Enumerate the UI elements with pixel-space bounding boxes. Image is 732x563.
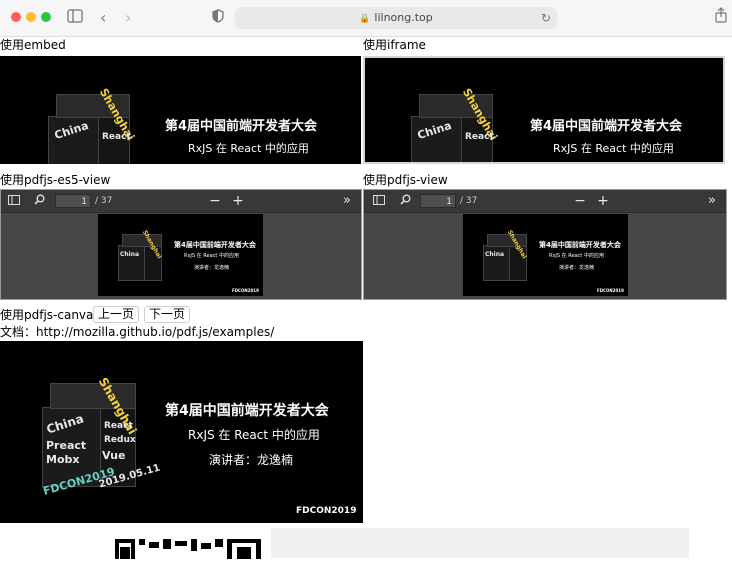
- slide-title: 第4届中国前端开发者大会: [165, 403, 329, 419]
- tools-menu-icon[interactable]: »: [703, 193, 721, 209]
- page-number-input[interactable]: 1: [420, 194, 456, 208]
- cube-word: China: [120, 251, 140, 258]
- slide-brand: FDCON2019: [597, 288, 624, 293]
- sidebar-toggle-icon[interactable]: [5, 193, 23, 209]
- embed-label: 使用embed: [0, 38, 66, 52]
- forward-icon[interactable]: ›: [125, 8, 131, 28]
- pdf-page: Shanghai China 第4届中国前端开发者大会 RxJS 在 React…: [463, 214, 628, 296]
- zoom-out-icon[interactable]: −: [206, 193, 224, 209]
- prev-page-button[interactable]: 上一页: [93, 306, 140, 323]
- page-total: / 37: [95, 196, 113, 206]
- zoom-icon[interactable]: [41, 12, 51, 22]
- cube-word: React: [102, 132, 131, 142]
- docs-link[interactable]: 文档：http://mozilla.github.io/pdf.js/examp…: [0, 325, 274, 339]
- tools-menu-icon[interactable]: »: [338, 193, 356, 209]
- search-icon[interactable]: [396, 193, 414, 209]
- slide-subtitle: RxJS 在 React 中的应用: [188, 142, 309, 155]
- cube-word: React: [104, 421, 133, 431]
- pdfjs-view-label: 使用pdfjs-view: [363, 173, 448, 187]
- pdfjs-es5-view-label: 使用pdfjs-es5-view: [0, 173, 111, 187]
- zoom-in-icon[interactable]: +: [594, 193, 612, 209]
- cube-word: Vue: [102, 449, 126, 462]
- sidebar-icon[interactable]: [67, 8, 83, 28]
- cube-word: React: [465, 132, 494, 142]
- slide-subtitle: RxJS 在 React 中的应用: [549, 253, 604, 259]
- cube-word: Preact: [46, 439, 87, 452]
- slide-title: 第4届中国前端开发者大会: [530, 119, 683, 134]
- cube-graphic: Shanghai China React: [48, 86, 144, 164]
- cube-word: Mobx: [46, 453, 80, 466]
- address-bar[interactable]: 🔒 lilnong.top ↻: [235, 7, 557, 29]
- reload-icon[interactable]: ↻: [541, 7, 551, 29]
- privacy-shield-icon[interactable]: [212, 8, 224, 28]
- slide-subtitle: RxJS 在 React 中的应用: [188, 428, 320, 442]
- cube-graphic: Shanghai China: [118, 229, 168, 286]
- slide-title: 第4届中国前端开发者大会: [174, 241, 256, 249]
- cube-word: China: [485, 251, 505, 258]
- slide-speaker: 演讲者：龙逸楠: [209, 453, 294, 467]
- cube-word: Redux: [104, 435, 136, 445]
- lock-icon: 🔒: [359, 14, 371, 24]
- qr-code-image: [115, 539, 261, 559]
- viewer-toolbar: 1 / 37 − + »: [364, 190, 726, 213]
- zoom-out-icon[interactable]: −: [571, 193, 589, 209]
- slide-subtitle: RxJS 在 React 中的应用: [184, 253, 239, 259]
- embed-pdf-view[interactable]: Shanghai China React 第4届中国前端开发者大会 RxJS 在…: [0, 56, 361, 164]
- pdfjs-es5-viewer[interactable]: 1 / 37 − + » Shanghai China 第4届中国前端开发者大会…: [0, 189, 362, 300]
- minimize-icon[interactable]: [26, 12, 36, 22]
- zoom-in-icon[interactable]: +: [229, 193, 247, 209]
- pdf-page: Shanghai China 第4届中国前端开发者大会 RxJS 在 React…: [98, 214, 263, 296]
- slide-brand: FDCON2019: [232, 288, 259, 293]
- slide-subtitle: RxJS 在 React 中的应用: [553, 142, 674, 155]
- cube-graphic: Shanghai China React: [411, 86, 507, 162]
- browser-toolbar: ‹ › 🔒 lilnong.top ↻: [0, 0, 732, 37]
- share-icon[interactable]: [715, 7, 727, 28]
- pdfjs-viewer[interactable]: 1 / 37 − + » Shanghai China 第4届中国前端开发者大会…: [363, 189, 727, 300]
- pdf-canvas: Shanghai China React Redux Preact Mobx V…: [0, 341, 363, 523]
- search-icon[interactable]: [30, 193, 48, 209]
- cube-graphic: Shanghai China: [483, 229, 533, 286]
- viewer-toolbar: 1 / 37 − + »: [1, 190, 361, 213]
- close-window-icon[interactable]: [11, 12, 21, 22]
- sidebar-toggle-icon[interactable]: [370, 193, 388, 209]
- slide-brand: FDCON2019: [296, 506, 357, 516]
- page-total: / 37: [460, 196, 478, 206]
- pdfjs-canvas-label: 使用pdfjs-canvas: [0, 308, 100, 322]
- slide-title: 第4届中国前端开发者大会: [165, 119, 318, 134]
- cube-graphic: Shanghai China React Redux Preact Mobx V…: [42, 375, 162, 498]
- url-text: lilnong.top: [374, 11, 433, 24]
- slide-title: 第4届中国前端开发者大会: [539, 241, 621, 249]
- slide-speaker: 演讲者：龙逸楠: [559, 265, 595, 271]
- slide-speaker: 演讲者：龙逸楠: [194, 265, 230, 271]
- iframe-pdf-view[interactable]: Shanghai China React 第4届中国前端开发者大会 RxJS 在…: [363, 56, 725, 164]
- page-number-input[interactable]: 1: [55, 194, 91, 208]
- next-page-button[interactable]: 下一页: [144, 306, 191, 323]
- back-icon[interactable]: ‹: [100, 8, 106, 28]
- iframe-label: 使用iframe: [363, 38, 426, 52]
